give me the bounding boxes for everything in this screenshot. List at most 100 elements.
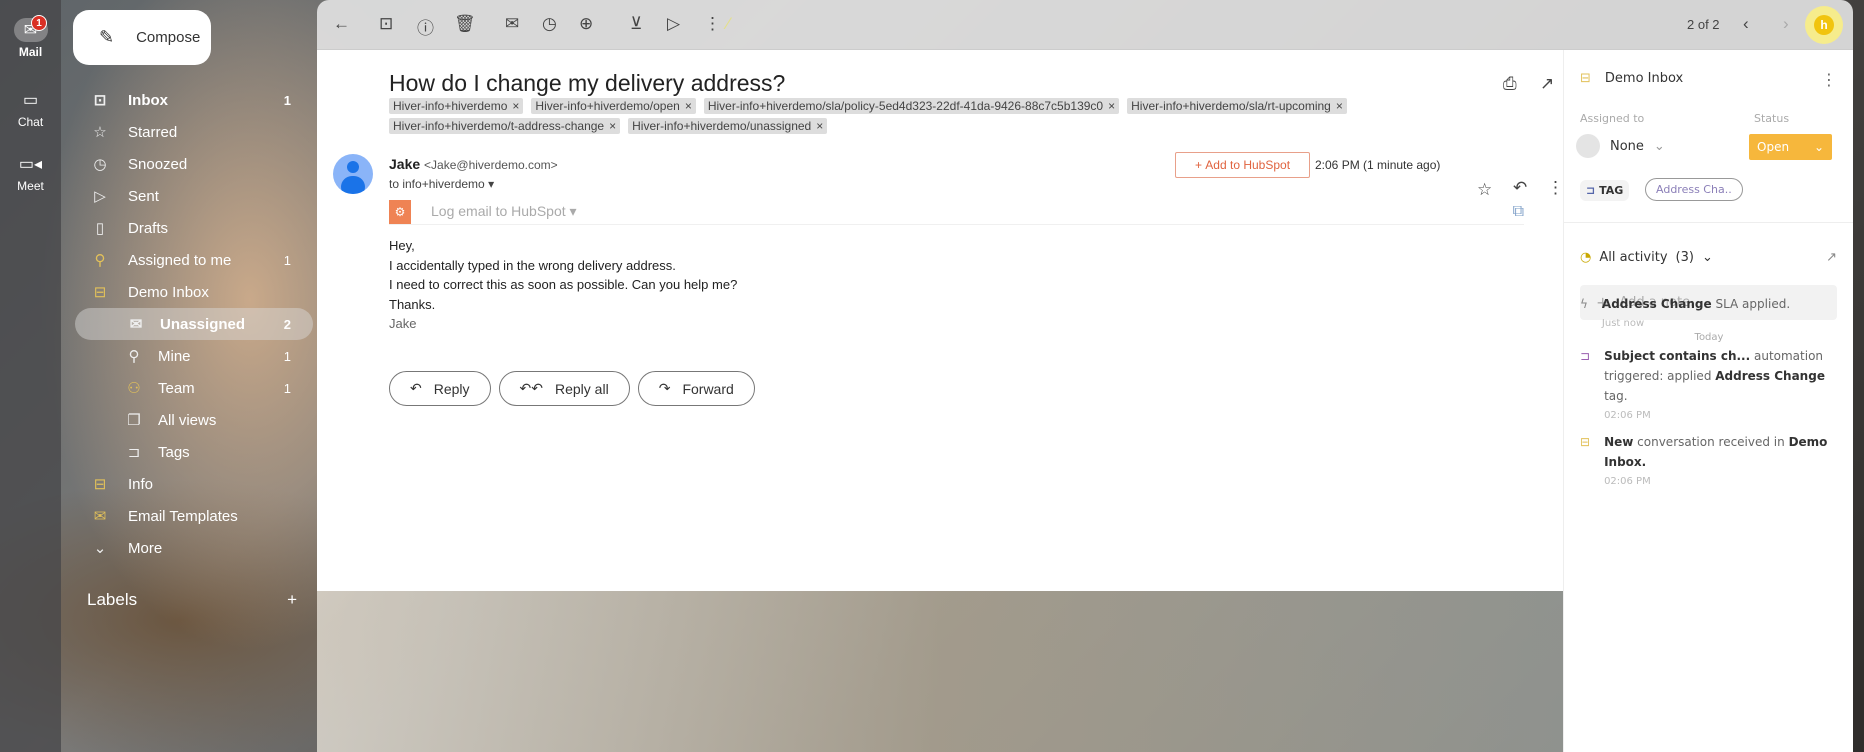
more-vert-icon[interactable]: ⋮ xyxy=(1821,70,1837,89)
sidebar-item-inbox[interactable]: ⊡ Inbox 1 xyxy=(73,84,313,116)
more-icon[interactable]: ⋮ xyxy=(704,14,721,34)
reply-button[interactable]: ↶ Reply xyxy=(389,371,491,406)
sender-email: <Jake@hiverdemo.com> xyxy=(424,158,558,172)
sidebar-item-email-templates[interactable]: ✉ Email Templates xyxy=(73,500,313,532)
label-icon[interactable]: ▷ xyxy=(667,14,680,34)
event-time: 02:06 PM xyxy=(1604,410,1651,421)
compose-button[interactable]: ✎ Compose xyxy=(73,10,211,65)
rail-chat[interactable]: ▭ Chat xyxy=(0,88,61,129)
sidebar-item-label: Unassigned xyxy=(160,315,246,333)
assignee-dropdown[interactable]: None ⌄ xyxy=(1576,134,1665,158)
label-chip-text: Hiver-info+hiverdemo/unassigned xyxy=(632,119,812,133)
status-label: Status xyxy=(1754,112,1790,125)
label-chip[interactable]: Hiver-info+hiverdemo/unassigned × xyxy=(628,118,828,134)
reply-icon[interactable]: ↶ xyxy=(1513,178,1527,198)
video-icon: ▭◂ xyxy=(18,156,43,173)
tag-button[interactable]: ⊐ TAG xyxy=(1580,180,1630,201)
recipients[interactable]: to info+hiverdemo ▾ xyxy=(389,177,494,191)
remove-label-icon[interactable]: × xyxy=(685,99,692,113)
label-chip[interactable]: Hiver-info+hiverdemo/sla/rt-upcoming × xyxy=(1127,98,1347,114)
sidebar-item-unassigned[interactable]: ✉ Unassigned 2 xyxy=(75,308,313,340)
sidebar-item-tags[interactable]: ⊐ Tags xyxy=(73,436,313,468)
inbox-icon: ⊡ xyxy=(93,92,107,109)
remove-label-icon[interactable]: × xyxy=(1108,99,1115,113)
status-value: Open xyxy=(1757,140,1790,154)
forward-button[interactable]: ↷ Forward xyxy=(637,371,755,406)
sidebar-item-sent[interactable]: ▷ Sent xyxy=(73,180,313,212)
sidebar-item-count: 1 xyxy=(283,348,291,364)
caret-down-icon[interactable]: ▾ xyxy=(488,177,494,191)
email-view: How do I change my delivery address? ⎙ ↗… xyxy=(317,50,1564,591)
sidebar-item-info[interactable]: ⊟ Info xyxy=(73,468,313,500)
reply-label: Reply xyxy=(433,380,470,397)
labels-header: Labels + xyxy=(87,590,297,610)
add-task-icon[interactable]: ⊕ xyxy=(579,14,593,34)
sidebar-item-mine[interactable]: ⚲ Mine 1 xyxy=(73,340,313,372)
body-line: Thanks. xyxy=(389,296,436,312)
label-chip[interactable]: Hiver-info+hiverdemo/open × xyxy=(531,98,696,114)
assignee-value: None xyxy=(1610,138,1644,154)
sidebar-item-label: More xyxy=(128,539,163,557)
mail-unread-badge: 1 xyxy=(31,15,47,31)
tag-chip[interactable]: Address Cha.. xyxy=(1645,178,1743,201)
remove-label-icon[interactable]: × xyxy=(816,119,823,133)
body-line: I accidentally typed in the wrong delive… xyxy=(389,257,676,273)
pencil-icon: ✎ xyxy=(99,27,115,47)
sidebar-item-drafts[interactable]: ▯ Drafts xyxy=(73,212,313,244)
forward-icon: ↷ xyxy=(658,380,671,396)
remove-label-icon[interactable]: × xyxy=(609,119,616,133)
label-chip[interactable]: Hiver-info+hiverdemo/t-address-change × xyxy=(389,118,621,134)
sidebar-item-demo-inbox[interactable]: ⊟ Demo Inbox xyxy=(73,276,313,308)
reply-all-button[interactable]: ↶↶ Reply all xyxy=(498,371,630,406)
sidebar-item-assigned-to-me[interactable]: ⚲ Assigned to me 1 xyxy=(73,244,313,276)
label-chip[interactable]: Hiver-info+hiverdemo/sla/policy-5ed4d323… xyxy=(703,98,1120,114)
reply-all-icon: ↶↶ xyxy=(519,380,543,396)
event-text: conversation received in xyxy=(1633,435,1789,449)
delete-icon[interactable]: 🗑 xyxy=(454,14,476,34)
move-to-icon[interactable]: ⊻ xyxy=(630,14,642,34)
external-link-icon[interactable]: ↗ xyxy=(1826,250,1837,265)
sidebar-item-snoozed[interactable]: ◷ Snoozed xyxy=(73,148,313,180)
activity-filter[interactable]: ◔ All activity (3) ⌄ xyxy=(1580,250,1713,265)
label-chip-text: Hiver-info+hiverdemo xyxy=(393,99,508,113)
status-dropdown[interactable]: Open ⌄ xyxy=(1749,134,1832,160)
label-chip[interactable]: Hiver-info+hiverdemo × xyxy=(389,98,524,114)
sidebar-item-label: Sent xyxy=(128,187,159,205)
more-vert-icon[interactable]: ⋮ xyxy=(1547,178,1564,198)
event-bold: Address Change xyxy=(1601,297,1712,311)
event-bold: Subject contains ch... xyxy=(1604,349,1751,363)
hiver-avatar[interactable]: h xyxy=(1805,6,1843,44)
newer-icon[interactable]: ‹ xyxy=(1743,14,1749,34)
sender: Jake <Jake@hiverdemo.com> xyxy=(389,156,558,172)
sidebar-item-label: Mine xyxy=(158,347,191,365)
snooze-icon[interactable]: ◷ xyxy=(542,14,557,34)
archive-icon[interactable]: ⊡ xyxy=(379,14,393,34)
shared-inbox-icon: ⊟ xyxy=(1580,71,1591,86)
draft-icon: ▯ xyxy=(95,220,105,237)
copy-icon[interactable]: ⧉ xyxy=(1513,203,1524,221)
background-area xyxy=(317,591,1563,752)
mark-unread-icon[interactable]: ✉ xyxy=(505,14,519,34)
older-icon[interactable]: › xyxy=(1783,14,1789,34)
remove-label-icon[interactable]: × xyxy=(1336,99,1343,113)
back-icon[interactable]: ← xyxy=(333,14,350,34)
extension-icon[interactable]: ⁄ xyxy=(727,14,730,34)
star-icon[interactable]: ☆ xyxy=(1477,180,1492,200)
sidebar-item-starred[interactable]: ☆ Starred xyxy=(73,116,313,148)
activity-event: ϟ Address Change SLA applied. Just now xyxy=(1580,294,1840,334)
sidebar-item-team[interactable]: ⚇ Team 1 xyxy=(73,372,313,404)
rail-meet[interactable]: ▭◂ Meet xyxy=(0,152,61,193)
sidebar-item-more[interactable]: ⌄ More xyxy=(73,532,313,564)
sidebar-item-all-views[interactable]: ❐ All views xyxy=(73,404,313,436)
log-to-hubspot[interactable]: Log email to HubSpot ▾ xyxy=(431,203,577,220)
activity-event: ⊐ Subject contains ch... automation trigg… xyxy=(1580,346,1840,426)
report-spam-icon[interactable]: ⓘ xyxy=(417,14,434,39)
open-new-window-icon[interactable]: ↗ xyxy=(1540,74,1554,94)
add-to-hubspot-button[interactable]: + Add to HubSpot xyxy=(1175,152,1310,178)
print-icon[interactable]: ⎙ xyxy=(1503,74,1517,94)
views-icon: ❐ xyxy=(127,412,141,429)
activity-event: ⊟ New conversation received in Demo Inbox… xyxy=(1580,432,1840,492)
add-label-icon[interactable]: + xyxy=(287,590,297,610)
remove-label-icon[interactable]: × xyxy=(512,99,519,113)
label-chip-text: Hiver-info+hiverdemo/sla/rt-upcoming xyxy=(1131,99,1331,113)
